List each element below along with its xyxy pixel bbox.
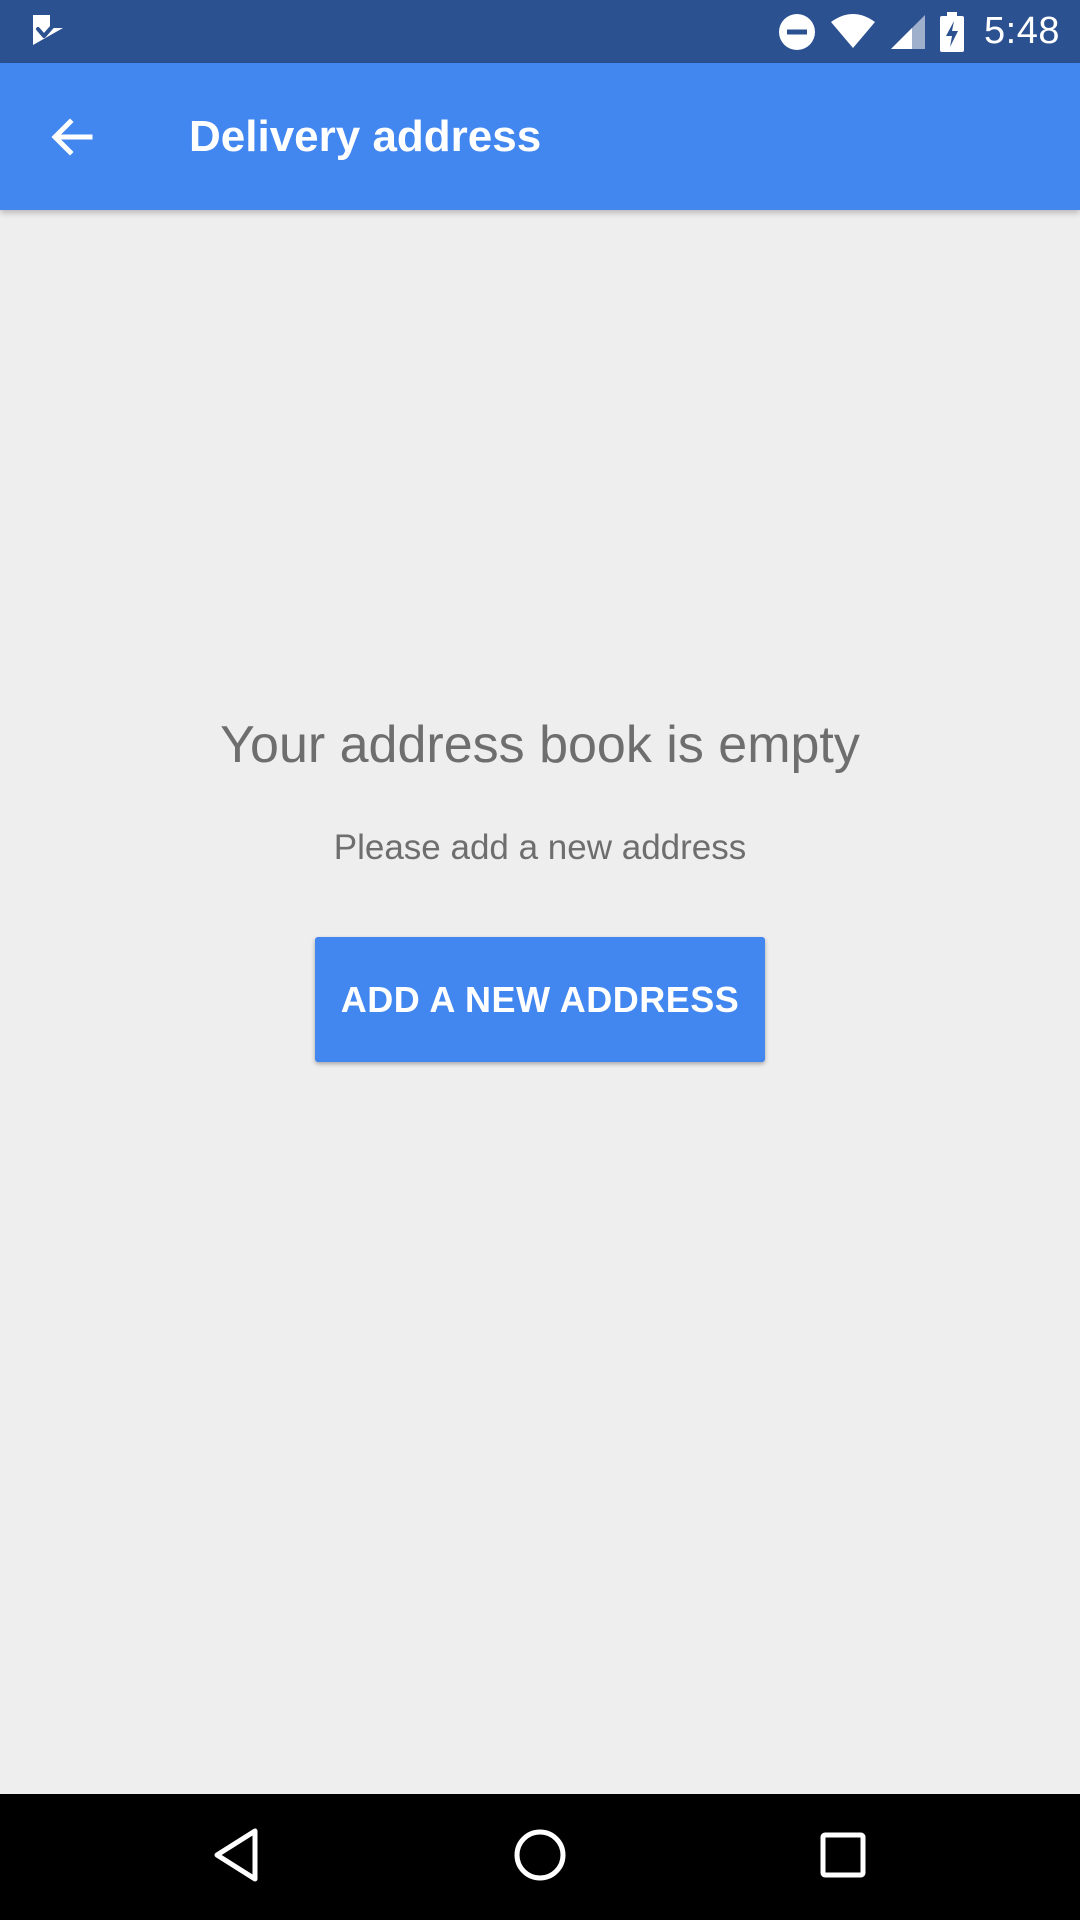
cellular-signal-icon — [890, 14, 926, 50]
do-not-disturb-icon — [778, 13, 816, 51]
app-notification-icon — [30, 12, 66, 48]
empty-state-title: Your address book is empty — [220, 716, 860, 774]
system-nav-bar — [0, 1794, 1080, 1920]
app-bar: Delivery address — [0, 63, 1080, 210]
nav-back-button[interactable] — [196, 1817, 276, 1897]
recents-square-icon — [819, 1831, 867, 1884]
home-circle-icon — [513, 1828, 567, 1887]
status-time: 5:48 — [984, 10, 1060, 52]
add-new-address-button[interactable]: ADD A NEW ADDRESS — [315, 937, 765, 1062]
empty-state-container: Your address book is empty Please add a … — [0, 210, 1080, 1794]
wifi-icon — [830, 13, 876, 50]
nav-home-button[interactable] — [500, 1817, 580, 1897]
page-title: Delivery address — [189, 112, 542, 161]
battery-charging-icon — [940, 11, 965, 52]
status-icons: 5:48 — [778, 0, 1060, 63]
back-triangle-icon — [211, 1827, 261, 1888]
status-bar: 5:48 — [0, 0, 1080, 63]
back-button[interactable] — [38, 105, 106, 173]
empty-state-subtitle: Please add a new address — [333, 828, 747, 867]
arrow-back-icon — [50, 115, 94, 164]
nav-recents-button[interactable] — [803, 1817, 883, 1897]
